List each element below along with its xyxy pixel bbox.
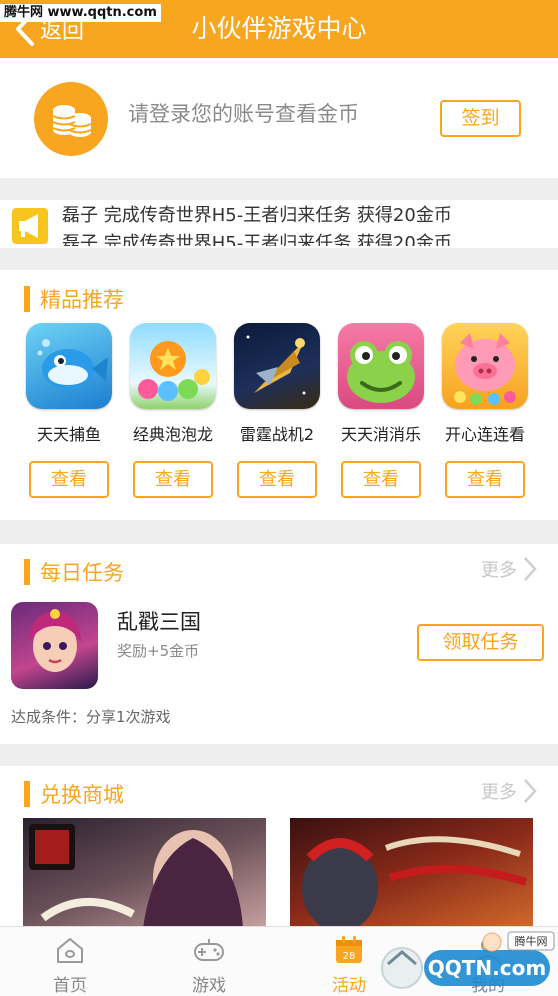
- tab-label: 首页: [53, 976, 87, 996]
- game-card: 天天消消乐 查看: [329, 323, 433, 498]
- section-marker: [24, 286, 30, 312]
- megaphone-icon: [12, 208, 48, 244]
- watermark-top: 腾牛网 www.qqtn.com: [0, 4, 161, 22]
- chevron-right-icon: [524, 779, 537, 803]
- task-reward: 奖励+5金币: [117, 642, 200, 660]
- featured-title-text: 精品推荐: [40, 288, 124, 312]
- calendar-day: 28: [343, 951, 356, 962]
- home-icon: [57, 938, 83, 963]
- signin-button[interactable]: 签到: [440, 100, 521, 137]
- game-name: 开心连连看: [444, 425, 525, 444]
- task-game-icon[interactable]: [11, 602, 98, 689]
- exchange-title-text: 兑换商城: [40, 783, 124, 807]
- game-name: 天天捕鱼: [36, 425, 101, 444]
- claim-task-button[interactable]: 领取任务: [417, 624, 544, 661]
- game-icon-jet[interactable]: [234, 323, 320, 409]
- game-name: 雷霆战机2: [239, 425, 315, 444]
- more-label: 更多: [481, 560, 517, 581]
- game-icon-pig[interactable]: [442, 323, 528, 409]
- game-name: 经典泡泡龙: [132, 425, 213, 444]
- exchange-more-link[interactable]: 更多: [481, 778, 537, 804]
- view-button[interactable]: 查看: [237, 461, 317, 498]
- exchange-title: 兑换商城: [24, 779, 124, 809]
- daily-task-title-text: 每日任务: [40, 561, 124, 585]
- exchange-banner-2[interactable]: [290, 818, 533, 928]
- watermark-logo: QQTN.com 腾牛网: [380, 930, 558, 996]
- calendar-icon: 28: [336, 936, 362, 963]
- notice-line: 磊子 完成传奇世界H5-王者归来任务 获得20金币: [62, 205, 452, 226]
- view-button[interactable]: 查看: [341, 461, 421, 498]
- coins-icon: [34, 82, 108, 156]
- game-card: 雷霆战机2 查看: [225, 323, 329, 498]
- chevron-right-icon: [524, 557, 537, 581]
- featured-title: 精品推荐: [24, 284, 124, 314]
- game-name: 天天消消乐: [340, 425, 421, 444]
- view-button[interactable]: 查看: [445, 461, 525, 498]
- game-card: 经典泡泡龙 查看: [121, 323, 225, 498]
- watermark-badge: 腾牛网: [515, 934, 548, 948]
- game-icon-bubble[interactable]: [130, 323, 216, 409]
- notice-ticker: 磊子 完成传奇世界H5-王者归来任务 获得20金币 磊子 完成传奇世界H5-王者…: [62, 202, 542, 246]
- exchange-banner-1[interactable]: [23, 818, 266, 928]
- more-label: 更多: [481, 782, 517, 803]
- login-prompt[interactable]: 请登录您的账号查看金币: [128, 98, 359, 128]
- task-condition: 达成条件：分享1次游戏: [11, 708, 171, 726]
- view-button[interactable]: 查看: [29, 461, 109, 498]
- daily-task-title: 每日任务: [24, 557, 124, 587]
- game-card: 天天捕鱼 查看: [17, 323, 121, 498]
- tab-games[interactable]: 游戏: [159, 927, 259, 996]
- task-name: 乱戳三国: [117, 610, 201, 634]
- section-marker: [24, 559, 30, 585]
- notice-line: 磊子 完成传奇世界H5-王者归来任务 获得20金币: [62, 233, 452, 246]
- game-icon-fish[interactable]: [26, 323, 112, 409]
- daily-task-more-link[interactable]: 更多: [481, 556, 537, 582]
- view-button[interactable]: 查看: [133, 461, 213, 498]
- watermark-logo-text: QQTN.com: [428, 956, 546, 980]
- tab-label: 游戏: [192, 976, 226, 996]
- tab-home[interactable]: 首页: [20, 927, 120, 996]
- section-marker: [24, 781, 30, 807]
- game-card: 开心连连看 查看: [433, 323, 537, 498]
- game-icon-frog[interactable]: [338, 323, 424, 409]
- gamepad-icon: [194, 939, 224, 961]
